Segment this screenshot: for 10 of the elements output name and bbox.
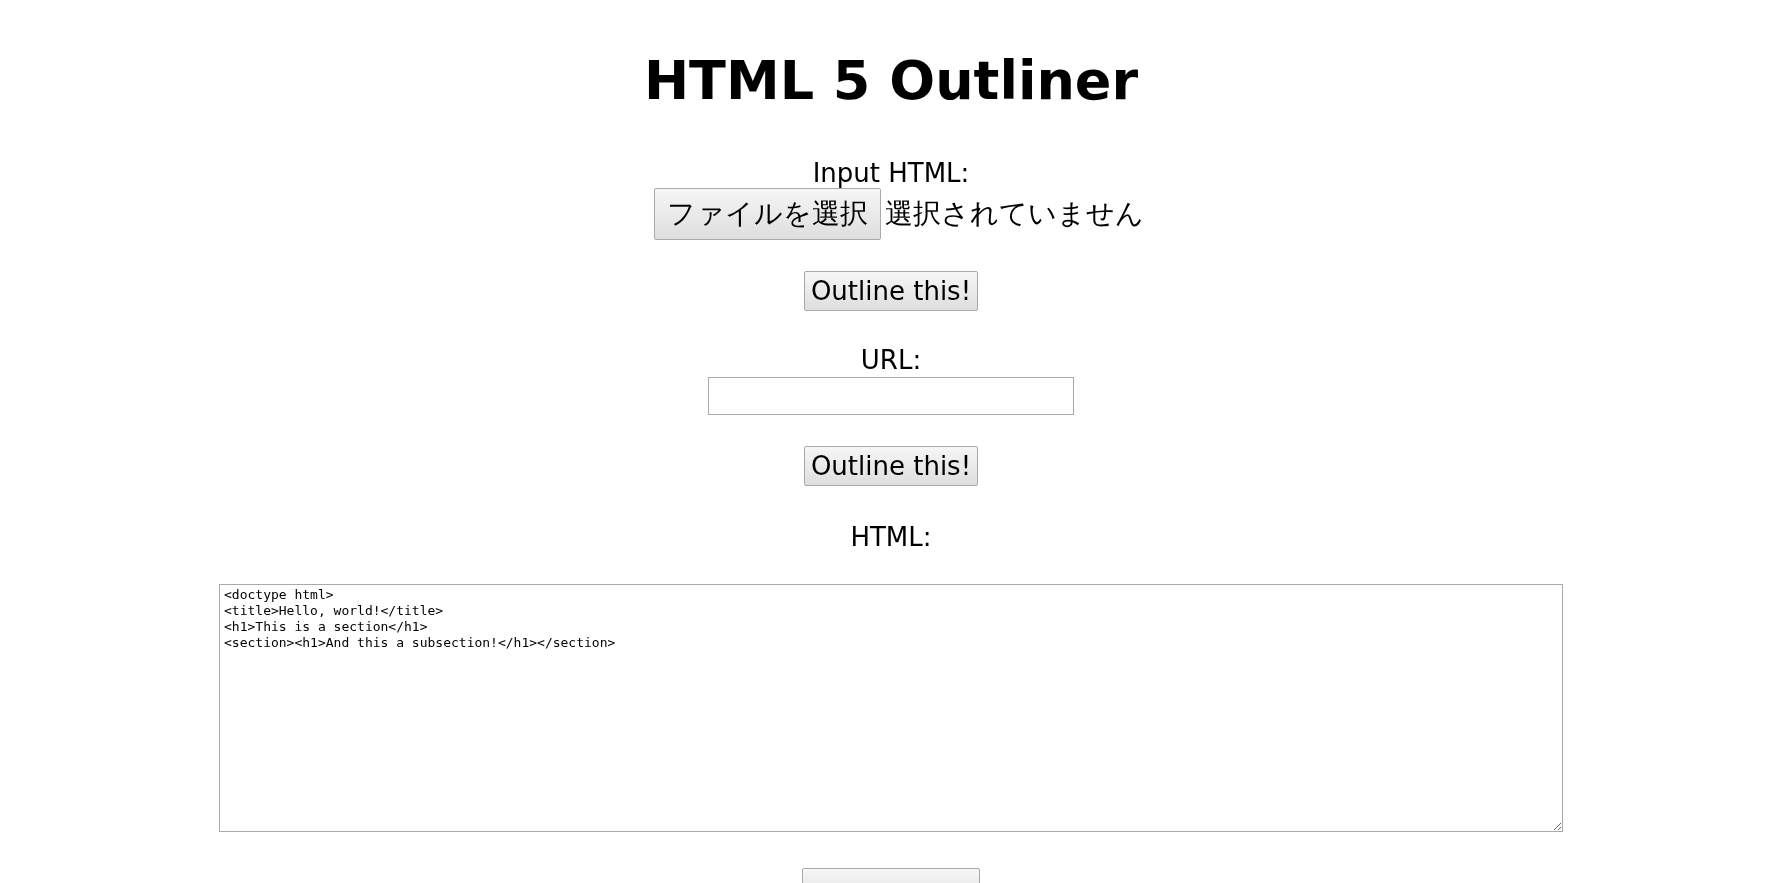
outline-button[interactable]: Outline this! [803, 446, 979, 486]
url-label: URL: [860, 345, 922, 375]
html-input-field[interactable]: <doctype html> <title>Hello, world!</title> <h1>This is a section</h1> <section><h1>And this a subsection!</h1></section> [219, 584, 1563, 832]
html-label: HTML: [850, 522, 932, 552]
outline-button[interactable]: Outline this! [803, 271, 979, 311]
choose-file-button[interactable]: ファイルを選択 [654, 188, 881, 240]
page-title: HTML 5 Outliner [643, 54, 1139, 108]
file-status-text: 選択されていません [885, 196, 1144, 232]
input-html-label: Input HTML: [812, 158, 970, 188]
url-input-field[interactable] [708, 377, 1074, 415]
